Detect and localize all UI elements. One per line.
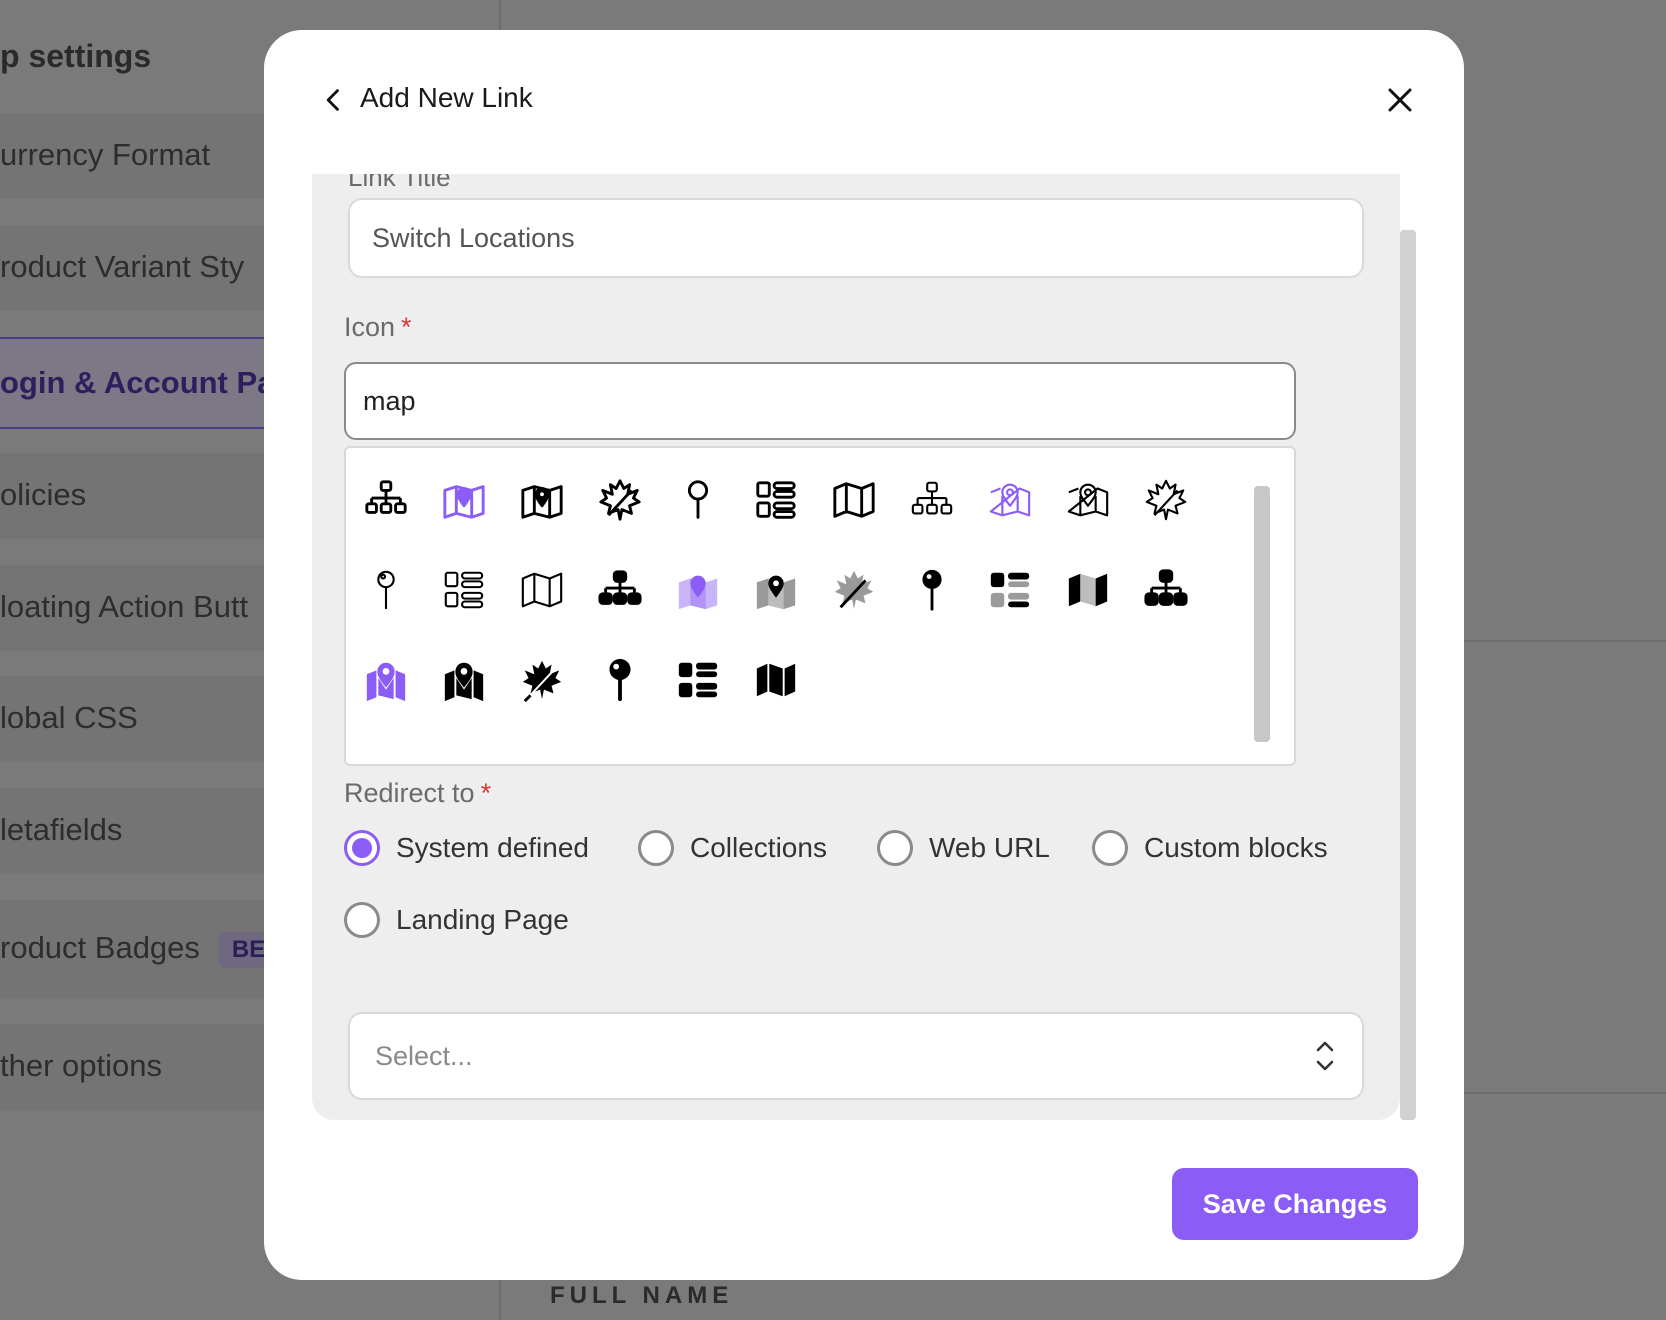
radio-button[interactable] xyxy=(344,902,380,938)
map-pin-location-purple-icon[interactable] xyxy=(434,470,494,530)
close-button[interactable] xyxy=(1378,78,1422,122)
maple-leaf-thin-icon[interactable] xyxy=(1136,470,1196,530)
save-changes-button[interactable]: Save Changes xyxy=(1172,1168,1418,1240)
radio-button[interactable] xyxy=(638,830,674,866)
map-duotone-icon[interactable] xyxy=(1058,560,1118,620)
form-scrollbar[interactable] xyxy=(1400,230,1416,1120)
maple-leaf-duotone-icon[interactable] xyxy=(824,560,884,620)
radio-button-checked[interactable] xyxy=(344,830,380,866)
radio-label: Landing Page xyxy=(396,904,569,935)
radio-landing-page[interactable]: Landing Page xyxy=(344,902,569,938)
radio-collections[interactable]: Collections xyxy=(638,830,827,866)
icon-label: Icon * xyxy=(344,312,412,342)
layout-list-solid-icon[interactable] xyxy=(668,650,728,710)
chevron-up-down-icon xyxy=(1316,1041,1334,1071)
maple-leaf-outline-icon[interactable] xyxy=(590,470,650,530)
radio-web-url[interactable]: Web URL xyxy=(877,830,1050,866)
radio-custom-blocks[interactable]: Custom blocks xyxy=(1092,830,1328,866)
layout-list-duotone-icon[interactable] xyxy=(980,560,1040,620)
modal-title: Add New Link xyxy=(360,82,533,113)
radio-system-defined[interactable]: System defined xyxy=(344,830,589,866)
map-pin-outline-icon[interactable] xyxy=(668,470,728,530)
map-solid-icon[interactable] xyxy=(746,650,806,710)
add-link-modal: Add New Link Link Title Switch Locations… xyxy=(264,30,1464,1280)
map-location-duotone-purple-icon[interactable] xyxy=(668,560,728,620)
map-thin-icon[interactable] xyxy=(512,560,572,620)
radio-button[interactable] xyxy=(877,830,913,866)
background-full-name-label: FULL NAME xyxy=(550,1282,734,1309)
radio-button[interactable] xyxy=(1092,830,1128,866)
map-pin-thin-icon[interactable] xyxy=(356,560,416,620)
map-location-solid-icon[interactable] xyxy=(434,650,494,710)
link-form: Link Title Switch Locations Icon * map R… xyxy=(312,174,1400,1120)
map-pin-location-outline-icon[interactable] xyxy=(512,470,572,530)
back-button[interactable] xyxy=(314,80,354,120)
layout-list-thin-icon[interactable] xyxy=(434,560,494,620)
map-outline-icon[interactable] xyxy=(824,470,884,530)
background-sidebar-title: p settings xyxy=(0,38,152,74)
modal-header: Add New Link xyxy=(264,30,1464,170)
required-asterisk: * xyxy=(401,312,412,342)
maple-leaf-solid-icon[interactable] xyxy=(512,650,572,710)
icon-grid-scrollbar[interactable] xyxy=(1254,486,1270,742)
map-location-duotone-icon[interactable] xyxy=(746,560,806,620)
close-icon xyxy=(1388,88,1412,112)
link-title-label: Link Title xyxy=(348,174,451,192)
sitemap-bold-icon[interactable] xyxy=(1136,560,1196,620)
sitemap-outline-icon[interactable] xyxy=(356,470,416,530)
required-asterisk: * xyxy=(480,778,492,808)
link-title-input[interactable]: Switch Locations xyxy=(348,198,1364,278)
radio-label: Web URL xyxy=(929,832,1050,863)
background-divider-h1 xyxy=(1460,640,1666,642)
background-divider-h2 xyxy=(1460,1092,1666,1094)
map-pin-location-thin-icon[interactable] xyxy=(1058,470,1118,530)
radio-label: Collections xyxy=(690,832,827,863)
icon-search-input[interactable]: map xyxy=(344,362,1296,440)
map-pin-solid-icon[interactable] xyxy=(902,560,962,620)
layout-list-outline-icon[interactable] xyxy=(746,470,806,530)
map-location-solid-purple-icon[interactable] xyxy=(356,650,416,710)
radio-label: Custom blocks xyxy=(1144,832,1328,863)
icon-picker-grid xyxy=(344,446,1296,766)
redirect-select[interactable]: Select... xyxy=(348,1012,1364,1100)
radio-label: System defined xyxy=(396,832,589,863)
chevron-left-icon xyxy=(326,89,339,111)
redirect-label: Redirect to * xyxy=(344,778,492,808)
map-pin-location-thin-purple-icon[interactable] xyxy=(980,470,1040,530)
select-placeholder: Select... xyxy=(375,1040,473,1071)
sitemap-thin-icon[interactable] xyxy=(902,470,962,530)
sitemap-solid-icon[interactable] xyxy=(590,560,650,620)
map-pin-bold-icon[interactable] xyxy=(590,650,650,710)
